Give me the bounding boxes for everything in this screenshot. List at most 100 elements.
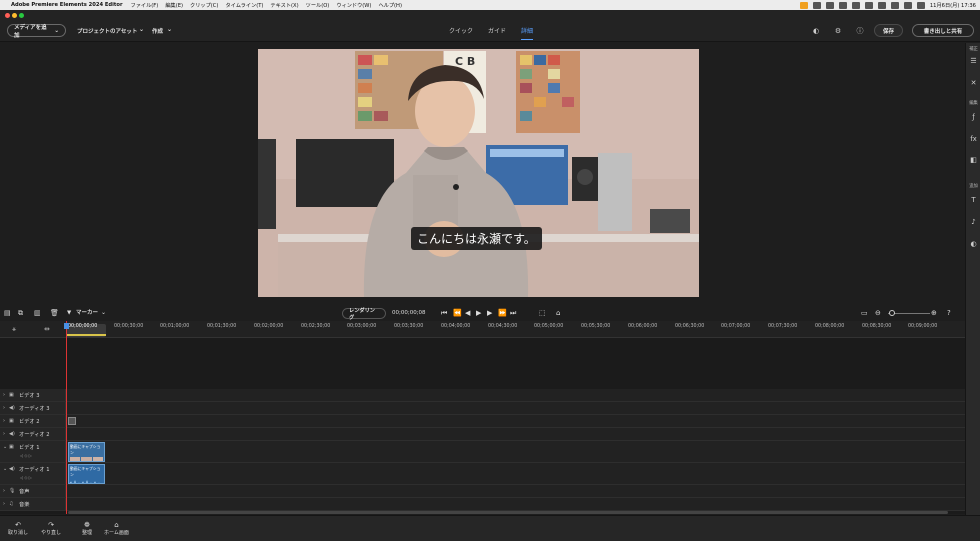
status-icon-4[interactable] <box>851 1 860 9</box>
status-icon-5[interactable] <box>864 1 873 9</box>
chevron-right-icon[interactable]: › <box>3 501 5 507</box>
track-audio-2[interactable]: › ◀) オーディオ 2 <box>0 428 965 441</box>
chevron-down-icon[interactable]: ⌄ <box>3 466 7 472</box>
track-audio-3[interactable]: › ◀) オーディオ 3 <box>0 402 965 415</box>
snap-icon[interactable]: ⚹ <box>12 325 16 334</box>
project-assets-menu[interactable]: プロジェクトのアセット <box>77 27 137 35</box>
chevron-right-icon[interactable]: › <box>3 405 5 411</box>
minimize-window-icon[interactable] <box>12 13 17 18</box>
menu-tools[interactable]: ツール(O) <box>306 2 330 9</box>
timecode-display[interactable]: 00;00;00;08 <box>392 309 426 317</box>
music-note-icon[interactable]: ♫ <box>9 501 13 507</box>
menu-window[interactable]: ウィンドウ(W) <box>336 2 371 9</box>
music-note-icon[interactable]: ♪ <box>969 218 978 226</box>
menu-timeline[interactable]: タイムライン(T) <box>225 2 263 9</box>
status-icon-1[interactable] <box>812 1 821 9</box>
status-icon-2[interactable] <box>825 1 834 9</box>
control-center-icon[interactable] <box>916 1 925 9</box>
help-icon[interactable]: ? <box>947 309 951 317</box>
microphone-icon[interactable]: 🎙 <box>9 488 15 494</box>
video-clip[interactable]: 動画にキャプション <box>68 442 105 462</box>
film-icon[interactable]: ▣ <box>9 444 14 450</box>
graphics-icon[interactable]: ◐ <box>969 240 978 248</box>
chevron-right-icon[interactable]: › <box>3 431 5 437</box>
film-icon[interactable]: ▣ <box>9 418 14 424</box>
color-icon[interactable]: ◧ <box>969 156 978 164</box>
next-edit-icon[interactable]: ⏩ <box>498 309 507 317</box>
timeline-scrollbar[interactable] <box>68 511 948 514</box>
chevron-right-icon[interactable]: › <box>3 418 5 424</box>
track-audio-1[interactable]: ⌄ ◀) オーディオ 1 ◁ ◇ ▷ 動画にキャプション <box>0 463 965 485</box>
adjust-sliders-icon[interactable]: ☰ <box>969 57 978 65</box>
track-video-3[interactable]: › ▣ ビデオ 3 <box>0 389 965 402</box>
subtitle-caption[interactable]: こんにちは永瀬です。 <box>411 227 542 250</box>
fx-icon[interactable]: fx <box>969 135 978 143</box>
speaker-icon[interactable]: ◀) <box>9 431 15 437</box>
film-icon[interactable]: ▣ <box>9 392 14 398</box>
gear-icon[interactable]: ⚙ <box>834 27 842 35</box>
zoom-slider-handle[interactable] <box>889 310 895 316</box>
home-screen-button[interactable]: ⌂ ホーム画面 <box>104 521 129 536</box>
play-icon[interactable]: ▶ <box>476 309 481 317</box>
zoom-window-icon[interactable] <box>19 13 24 18</box>
empty-track-area[interactable] <box>0 338 965 389</box>
search-icon[interactable] <box>903 1 912 9</box>
menu-file[interactable]: ファイル(F) <box>131 2 159 9</box>
wifi-icon[interactable] <box>890 1 899 9</box>
render-button[interactable]: レンダリング <box>342 308 386 321</box>
menu-help[interactable]: ヘルプ(H) <box>378 2 402 9</box>
menu-edit[interactable]: 編集(E) <box>165 2 183 9</box>
playhead[interactable] <box>66 321 67 514</box>
text-title-icon[interactable]: T <box>969 196 978 204</box>
save-button[interactable]: 保存 <box>874 24 903 37</box>
go-to-end-icon[interactable]: ⏭ <box>510 309 516 317</box>
contrast-icon[interactable]: ◐ <box>812 27 820 35</box>
organizer-button[interactable]: ❁ 整理 <box>82 521 92 536</box>
tab-expert[interactable]: 詳細 <box>521 26 534 40</box>
close-window-icon[interactable] <box>5 13 10 18</box>
add-track-icon[interactable]: ⧉ <box>18 309 23 317</box>
tab-guided[interactable]: ガイド <box>488 26 506 35</box>
ripple-icon[interactable]: ⇹ <box>44 325 50 333</box>
tools-icon[interactable]: ✕ <box>969 79 978 87</box>
undo-button[interactable]: ↶ 取り消し <box>8 521 28 536</box>
chevron-down-icon[interactable]: ⌄ <box>3 444 7 450</box>
timeline-view-icon[interactable]: ▤ <box>4 309 11 317</box>
chevron-right-icon[interactable]: › <box>3 392 5 398</box>
track-video-2[interactable]: › ▣ ビデオ 2 <box>0 415 965 428</box>
battery-icon[interactable] <box>877 1 886 9</box>
step-back-icon[interactable]: ◀ <box>465 309 470 317</box>
track-music[interactable]: › ♫ 音楽 <box>0 498 965 511</box>
chevron-right-icon[interactable]: › <box>3 488 5 494</box>
timeline-ruler[interactable]: ⚹ ⇹ 00;00;00;00 00;00;30;00 00;01;00;00 … <box>0 321 965 338</box>
timeline-tracks[interactable]: › ▣ ビデオ 3 › ◀) オーディオ 3 › ▣ ビデオ 2 › ◀) オー… <box>0 338 965 514</box>
redo-button[interactable]: ↷ やり直し <box>41 521 61 536</box>
monitor-settings-icon[interactable]: ⌂ <box>556 309 560 317</box>
track-video-1[interactable]: ⌄ ▣ ビデオ 1 ◁ ◇ ▷ 動画にキャプション <box>0 441 965 463</box>
tab-quick[interactable]: クイック <box>449 26 473 35</box>
speaker-icon[interactable]: ◀) <box>9 466 15 472</box>
video-preview[interactable]: C B L N E R <box>258 49 699 297</box>
export-share-button[interactable]: 書き出しと共有 <box>912 24 974 37</box>
zoom-in-icon[interactable]: ⊕ <box>931 309 937 317</box>
playhead-handle[interactable] <box>64 323 69 329</box>
info-icon[interactable]: ⓘ <box>856 27 864 35</box>
fit-timeline-icon[interactable]: ▭ <box>861 309 868 317</box>
screen-capture-icon[interactable]: ⬚ <box>539 309 546 317</box>
trash-icon[interactable]: 🗑 <box>50 309 59 317</box>
menu-clip[interactable]: クリップ(C) <box>190 2 218 9</box>
transition-clip[interactable] <box>68 417 76 425</box>
prev-edit-icon[interactable]: ⏪ <box>453 309 462 317</box>
zoom-out-icon[interactable]: ⊖ <box>875 309 881 317</box>
step-forward-icon[interactable]: ▶ <box>487 309 492 317</box>
effects-fx-icon[interactable]: ƒ <box>969 113 978 121</box>
create-menu[interactable]: 作成 <box>152 27 163 35</box>
go-to-start-icon[interactable]: ⏮ <box>441 309 447 317</box>
track-voice[interactable]: › 🎙 音声 <box>0 485 965 498</box>
app-name[interactable]: Adobe Premiere Elements 2024 Editor <box>11 2 123 8</box>
menu-text[interactable]: テキスト(X) <box>270 2 298 9</box>
storyboard-icon[interactable]: ▥ <box>34 309 41 317</box>
keyframe-nav-icon[interactable]: ◁ ◇ ▷ <box>20 475 32 480</box>
audio-clip[interactable]: 動画にキャプション <box>68 464 105 484</box>
add-media-button[interactable]: メディアを追加 ⌄ <box>7 24 66 39</box>
